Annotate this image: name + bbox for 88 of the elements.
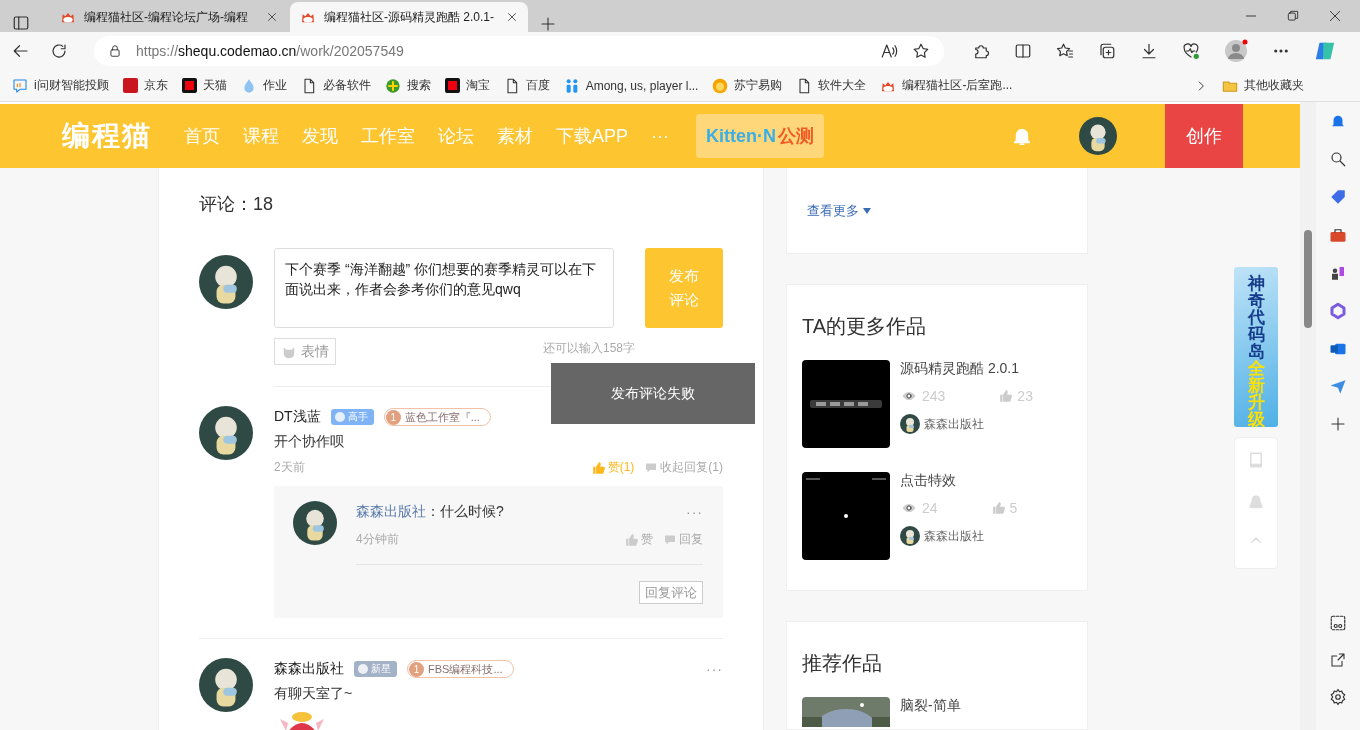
split-screen-icon[interactable]	[1014, 42, 1032, 60]
chat-icon	[12, 77, 28, 94]
section-title: TA的更多作品	[802, 314, 928, 339]
plus-icon[interactable]	[1330, 416, 1346, 432]
browser-tab[interactable]: 编程猫社区-源码精灵跑酷 2.0.1-	[290, 2, 528, 32]
eye-icon	[900, 501, 918, 515]
thumbs-up-icon	[991, 501, 1006, 515]
bookmark[interactable]: 作业	[240, 77, 287, 94]
create-button[interactable]: 创作	[1165, 104, 1243, 168]
bookmark[interactable]: 百度	[503, 77, 550, 94]
comment-input[interactable]: 下个赛季 “海洋翻越” 你们想要的赛季精灵可以在下面说出来，作者会参考你们的意见qwq	[274, 248, 614, 328]
paper-plane-icon[interactable]	[1329, 378, 1347, 396]
rank-badge: 新星	[354, 661, 397, 677]
bookmark[interactable]: 编程猫社区-后室跑...	[880, 77, 1013, 94]
thumbs-up-icon	[625, 532, 639, 547]
bookmark[interactable]: 必备软件	[300, 77, 371, 94]
browser-tab[interactable]: 编程猫社区-编程论坛广场-编程	[50, 2, 288, 32]
screenshot-icon[interactable]	[1329, 614, 1347, 632]
comment-text: 有聊天室了~	[274, 685, 354, 703]
author-name[interactable]: 森森出版社	[924, 415, 984, 433]
bookmark[interactable]: Among, us, player l...	[563, 77, 699, 94]
restore-icon[interactable]	[1286, 9, 1300, 23]
thumbs-up-icon	[591, 460, 606, 475]
author-name[interactable]: 森森出版社	[924, 527, 984, 545]
thumbs-up-icon	[999, 389, 1014, 403]
caret-down-icon	[863, 208, 871, 214]
comment-text: 开个协作呗	[274, 433, 345, 451]
bookmark[interactable]: 搜索	[384, 77, 431, 94]
bookmark[interactable]: 京东	[122, 77, 168, 94]
bookmark[interactable]: 淘宝	[444, 77, 490, 94]
tag-icon[interactable]	[1329, 188, 1347, 206]
avatar	[900, 414, 920, 434]
eye-icon	[900, 389, 918, 403]
refresh-icon[interactable]	[50, 42, 68, 60]
bookmark[interactable]: i问财智能投顾	[12, 77, 109, 94]
comment-time: 2天前	[274, 459, 305, 476]
see-more-link[interactable]: 查看更多	[807, 202, 1067, 220]
settings-icon[interactable]	[1329, 688, 1347, 706]
avatar	[293, 501, 337, 545]
close-icon[interactable]	[1328, 9, 1342, 23]
external-link-icon[interactable]	[1330, 652, 1346, 668]
reply-text: ：什么时候?	[426, 503, 504, 521]
lock-icon	[108, 44, 122, 58]
download-icon[interactable]	[1140, 42, 1158, 60]
error-toast: 发布评论失败	[551, 363, 755, 424]
favorites-icon[interactable]	[1056, 42, 1074, 60]
work-title[interactable]: 源码精灵跑酷 2.0.1	[900, 360, 1033, 378]
puzzle-icon[interactable]	[972, 42, 990, 60]
copilot-icon[interactable]	[1314, 40, 1336, 62]
char-counter: 还可以输入158字	[542, 340, 635, 357]
avatar	[199, 406, 253, 460]
scrollbar-thumb[interactable]	[1304, 230, 1312, 328]
read-aloud-icon[interactable]	[880, 42, 898, 60]
avatar	[900, 526, 920, 546]
tab-actions-icon[interactable]	[12, 14, 30, 32]
username[interactable]: 森森出版社	[274, 660, 344, 678]
url-text: https://shequ.codemao.cn/work/202057549	[136, 43, 405, 59]
avatar	[1079, 117, 1117, 155]
search-icon[interactable]	[1329, 150, 1347, 168]
speech-bubble-icon	[663, 533, 677, 546]
reply-username[interactable]: 森森出版社	[356, 503, 426, 521]
ad-banner[interactable]: 神奇代码岛 全新升级	[1234, 267, 1278, 427]
bookmark[interactable]: 天猫	[181, 77, 227, 94]
avatar	[199, 255, 253, 309]
avatar	[199, 658, 253, 712]
plus-circle-icon	[384, 77, 401, 94]
comments-title: 评论：18	[199, 193, 275, 216]
health-icon[interactable]	[1182, 42, 1200, 60]
bookmark[interactable]: 软件大全	[796, 77, 867, 94]
star-icon[interactable]	[912, 42, 930, 60]
reply-time: 4分钟前	[356, 531, 399, 548]
chess-pieces-icon[interactable]	[1329, 264, 1347, 282]
toolbox-icon[interactable]	[1329, 226, 1347, 244]
new-tab-icon[interactable]	[540, 16, 556, 32]
work-title[interactable]: 点击特效	[900, 472, 1018, 490]
bookmark-folder[interactable]: 其他收藏夹	[1222, 77, 1304, 94]
rank-badge: 高手	[330, 409, 374, 425]
section-title: 推荐作品	[802, 651, 883, 676]
speech-bubble-icon	[644, 461, 659, 474]
back-icon[interactable]	[12, 42, 30, 60]
close-icon[interactable]	[266, 11, 278, 23]
username[interactable]: DT浅蓝	[274, 408, 321, 426]
close-icon[interactable]	[506, 11, 518, 23]
profile-icon[interactable]	[1224, 39, 1248, 63]
work-title[interactable]: 脑裂-简单	[900, 697, 961, 727]
collections-icon[interactable]	[1098, 42, 1116, 60]
address-bar[interactable]: https://shequ.codemao.cn/work/202057549	[94, 36, 944, 66]
bookmark[interactable]: 苏宁易购	[712, 77, 783, 94]
